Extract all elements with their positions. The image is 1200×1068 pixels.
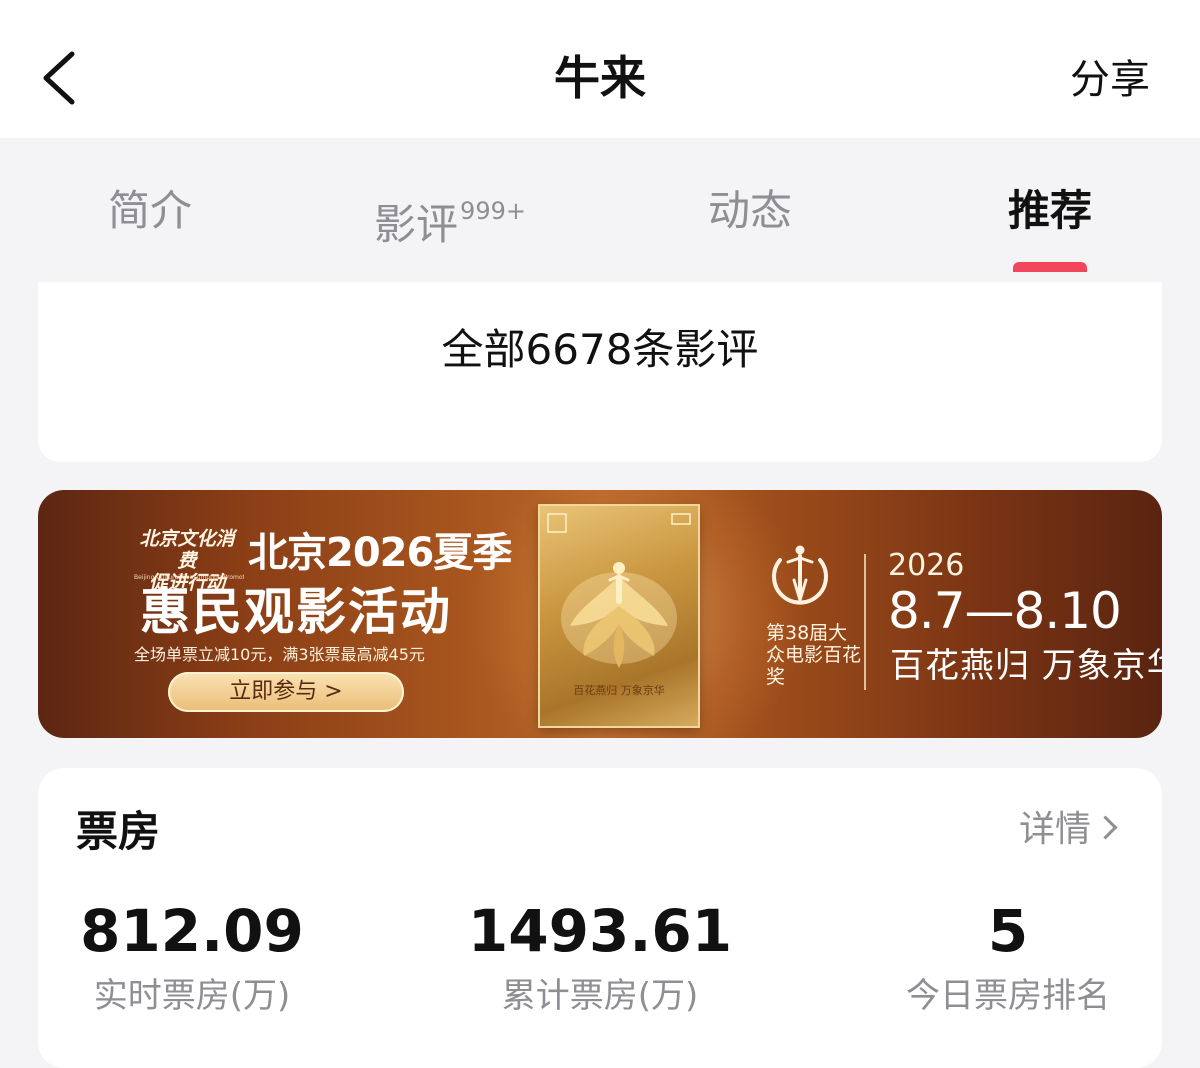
stat-value: 5: [987, 897, 1029, 965]
top-nav-bar: 牛来 分享: [0, 0, 1200, 138]
tab-updates-label: 动态: [707, 186, 792, 235]
tab-reviews[interactable]: 影评999+: [300, 138, 600, 270]
banner-promo-text: 全场单票立减10元，满3张票最高减45元: [134, 645, 425, 664]
details-label: 详情: [1018, 809, 1091, 850]
poster-caption: 百花燕归 万象京华: [573, 684, 665, 697]
banner-main-title: 惠民观影活动: [140, 583, 452, 641]
stat-label: 累计票房(万): [501, 976, 699, 1016]
award-emblem-icon: [772, 545, 828, 606]
stat-realtime-box-office: 812.09 实时票房(万): [0, 898, 396, 1018]
stat-label: 今日票房排名: [906, 976, 1110, 1016]
tab-reviews-count: 999+: [460, 197, 526, 225]
banner-divider: [864, 554, 866, 690]
stat-total-box-office: 1493.61 累计票房(万): [396, 898, 804, 1018]
all-reviews-link[interactable]: 全部6678条影评: [38, 324, 1162, 376]
stat-today-ranking: 5 今日票房排名: [804, 898, 1200, 1018]
tab-updates[interactable]: 动态: [600, 138, 900, 270]
stat-value: 812.09: [80, 897, 304, 965]
tab-intro[interactable]: 简介: [0, 138, 300, 270]
banner-org-english: Beijing Cultural Consumption Promotion A…: [134, 574, 244, 581]
chevron-left-icon: [43, 51, 75, 105]
stat-value: 1493.61: [467, 897, 733, 965]
back-button[interactable]: [28, 36, 98, 120]
tab-bar: 简介 影评999+ 动态 推荐: [0, 138, 1200, 272]
banner-dates: 8.7—8.10: [888, 582, 1122, 640]
award-poster-image: 百花燕归 万象京华: [540, 506, 698, 726]
promo-banner[interactable]: 北京文化消费 促进行动 Beijing Cultural Consumption…: [38, 490, 1162, 738]
tab-recommend-label: 推荐: [1007, 186, 1092, 235]
tab-intro-label: 简介: [107, 186, 192, 235]
box-office-card: 票房 详情 812.09 实时票房(万) 1493.61 累计票房(万) 5 今…: [38, 768, 1162, 1068]
banner-slogan: 百花燕归 万象京华: [890, 646, 1162, 686]
chevron-right-icon: [1093, 815, 1118, 840]
page-title: 牛来: [554, 51, 646, 105]
box-office-title: 票房: [76, 807, 161, 856]
banner-year: 2026: [888, 548, 965, 583]
banner-org-line1: 北京文化消费: [139, 528, 235, 572]
tab-recommend[interactable]: 推荐: [900, 138, 1200, 272]
banner-city-title: 北京2026夏季: [248, 530, 512, 576]
all-reviews-card[interactable]: 全部6678条影评: [38, 282, 1162, 462]
stat-label: 实时票房(万): [93, 976, 291, 1016]
box-office-stats: 812.09 实时票房(万) 1493.61 累计票房(万) 5 今日票房排名: [38, 898, 1162, 1018]
share-button[interactable]: 分享: [1070, 52, 1150, 108]
award-name: 第38届大众电影百花奖: [766, 622, 862, 688]
active-tab-indicator: [1013, 262, 1087, 272]
box-office-details-link[interactable]: 详情: [1018, 806, 1118, 854]
participate-now-button[interactable]: 立即参与 >: [168, 672, 404, 712]
tab-reviews-label: 影评999+: [374, 197, 526, 249]
